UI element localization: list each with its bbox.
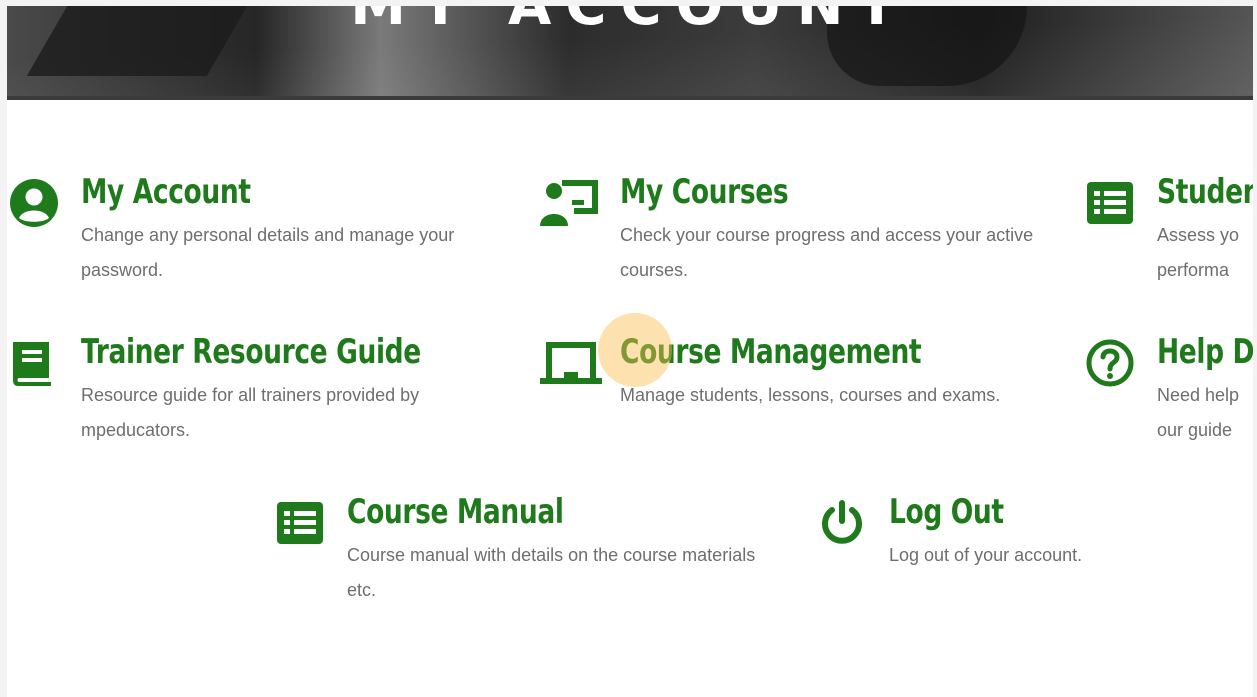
card-title[interactable]: Log Out (889, 492, 1004, 532)
card-description: Check your course progress and access yo… (620, 225, 1034, 280)
hero-title: MY ACCOUNT (7, 6, 1253, 38)
hero-banner: MY ACCOUNT (7, 6, 1253, 100)
card-description: Change any personal details and manage y… (81, 225, 455, 280)
laptop-icon (540, 342, 602, 384)
list-icon (1087, 182, 1133, 224)
chalkboard-teacher-icon (540, 180, 598, 226)
click-highlight (598, 313, 672, 387)
card-description: Resource guide for all trainers provided… (81, 385, 420, 440)
card-title[interactable]: Help De (1157, 332, 1253, 372)
card-description: Need help our guide (1157, 385, 1240, 440)
user-circle-icon (10, 179, 58, 227)
power-icon (822, 500, 862, 544)
page: MY ACCOUNT My Account Change any persona… (7, 6, 1253, 697)
question-circle-icon (1086, 339, 1134, 387)
card-title[interactable]: Studen (1157, 172, 1253, 212)
card-title[interactable]: Trainer Resource Guide (81, 332, 421, 372)
book-icon (13, 342, 51, 386)
card-description: Log out of your account. (889, 545, 1083, 565)
card-description: Manage students, lessons, courses and ex… (620, 385, 1001, 405)
card-title[interactable]: My Account (81, 172, 251, 212)
card-title[interactable]: Course Manual (347, 492, 564, 532)
card-title[interactable]: My Courses (620, 172, 789, 212)
card-description: Course manual with details on the course… (347, 545, 756, 600)
card-description: Assess yo performa (1157, 225, 1240, 280)
list-icon (277, 502, 323, 544)
